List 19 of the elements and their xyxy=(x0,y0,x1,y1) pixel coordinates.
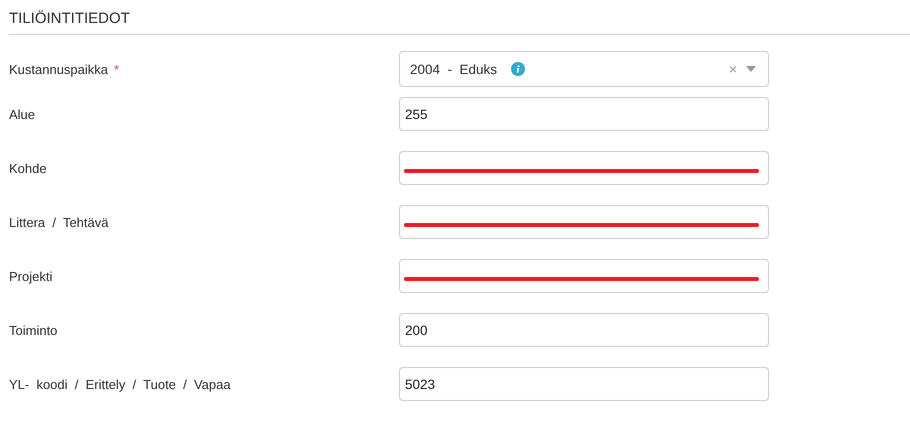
section-title: TILIÖINTITIEDOT xyxy=(9,8,910,35)
input-field[interactable] xyxy=(399,151,769,185)
field-label: YL- koodi / Erittely / Tuote / Vapaa xyxy=(9,376,231,392)
info-icon[interactable] xyxy=(511,62,526,76)
field-label: Alue xyxy=(9,106,36,122)
select-field[interactable]: 2004 - Eduks × xyxy=(399,51,769,87)
input-field[interactable]: 255 xyxy=(399,97,769,131)
required-mark: * xyxy=(114,62,120,76)
input-field[interactable] xyxy=(399,259,769,293)
input-field[interactable]: 200 xyxy=(399,313,769,347)
selected-value: 2004 - Eduks xyxy=(409,62,498,76)
field-label: Kohde xyxy=(9,160,47,176)
input-field[interactable]: 5023 xyxy=(399,367,769,401)
field-label: Littera / Tehtävä xyxy=(9,214,108,230)
input-field[interactable] xyxy=(399,205,769,239)
caret-icon[interactable] xyxy=(746,66,756,72)
field-label: Projekti xyxy=(9,268,52,284)
field-label: Toiminto xyxy=(9,322,58,338)
field-label: Kustannuspaikka xyxy=(9,62,108,76)
